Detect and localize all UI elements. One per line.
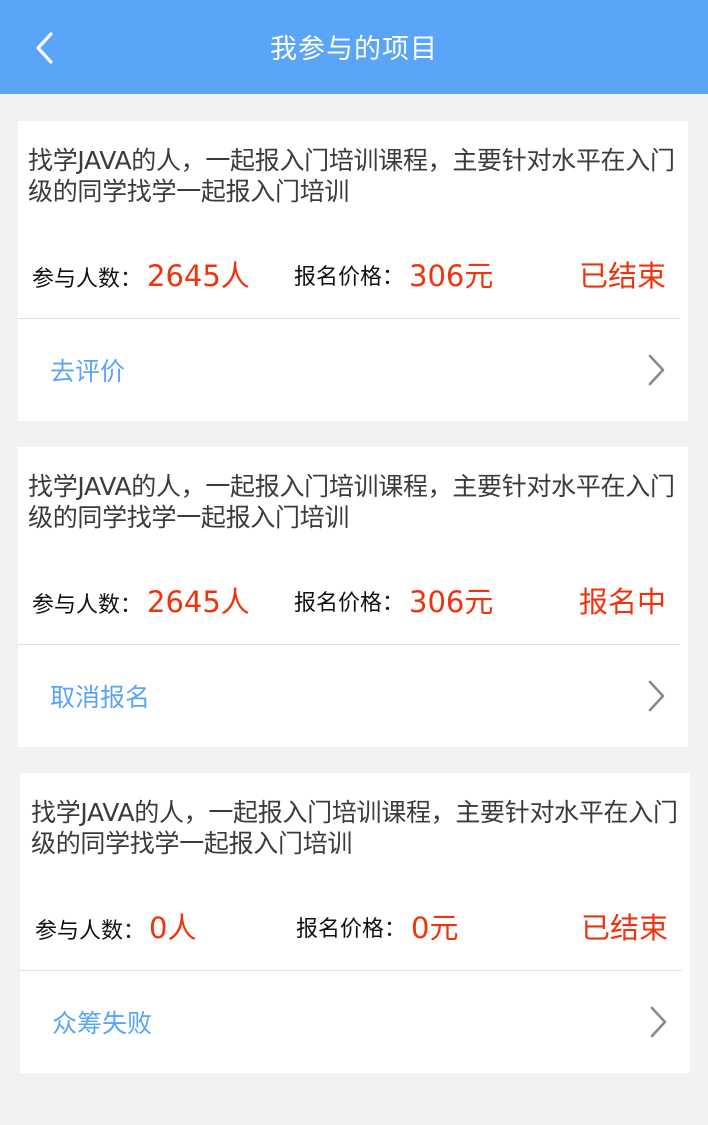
top-nav-bar: 我参与的项目 — [0, 0, 708, 94]
project-card: 找学JAVA的人，一起报入门培训课程，主要针对水平在入门级的同学找学一起报入门培… — [18, 121, 688, 421]
project-card: 找学JAVA的人，一起报入门培训课程，主要针对水平在入门级的同学找学一起报入门培… — [18, 447, 688, 747]
action-row-cancel[interactable]: 取消报名 — [18, 645, 688, 747]
action-row-rate[interactable]: 去评价 — [18, 319, 688, 421]
chevron-right-icon — [648, 680, 665, 712]
participants-count: 0人 — [149, 911, 197, 945]
project-description: 找学JAVA的人，一起报入门培训课程，主要针对水平在入门级的同学找学一起报入门培… — [28, 146, 675, 206]
project-card: 找学JAVA的人，一起报入门培训课程，主要针对水平在入门级的同学找学一起报入门培… — [20, 773, 690, 1073]
participants-label: 参与人数： — [32, 267, 143, 292]
price-value: 306元 — [409, 259, 494, 293]
price-label: 报名价格： — [296, 917, 407, 942]
price-value: 306元 — [409, 585, 494, 619]
participants-count: 2645人 — [147, 259, 250, 293]
chevron-right-icon — [648, 354, 665, 386]
project-description: 找学JAVA的人，一起报入门培训课程，主要针对水平在入门级的同学找学一起报入门培… — [28, 472, 675, 532]
participants-label: 参与人数： — [32, 593, 143, 618]
action-label: 众筹失败 — [52, 1009, 153, 1038]
participants-count: 2645人 — [147, 585, 250, 619]
project-description: 找学JAVA的人，一起报入门培训课程，主要针对水平在入门级的同学找学一起报入门培… — [31, 798, 678, 858]
status-badge: 已结束 — [580, 911, 668, 945]
status-badge: 已结束 — [578, 259, 666, 293]
price-value: 0元 — [411, 911, 459, 945]
action-label: 去评价 — [50, 357, 126, 386]
price-label: 报名价格： — [294, 265, 405, 290]
action-row-crowdfund-failed[interactable]: 众筹失败 — [20, 971, 690, 1073]
price-label: 报名价格： — [294, 591, 405, 616]
participants-label: 参与人数： — [35, 919, 146, 944]
page-title: 我参与的项目 — [270, 34, 438, 65]
action-label: 取消报名 — [50, 683, 151, 712]
status-badge: 报名中 — [578, 585, 666, 619]
chevron-right-icon — [650, 1006, 667, 1038]
